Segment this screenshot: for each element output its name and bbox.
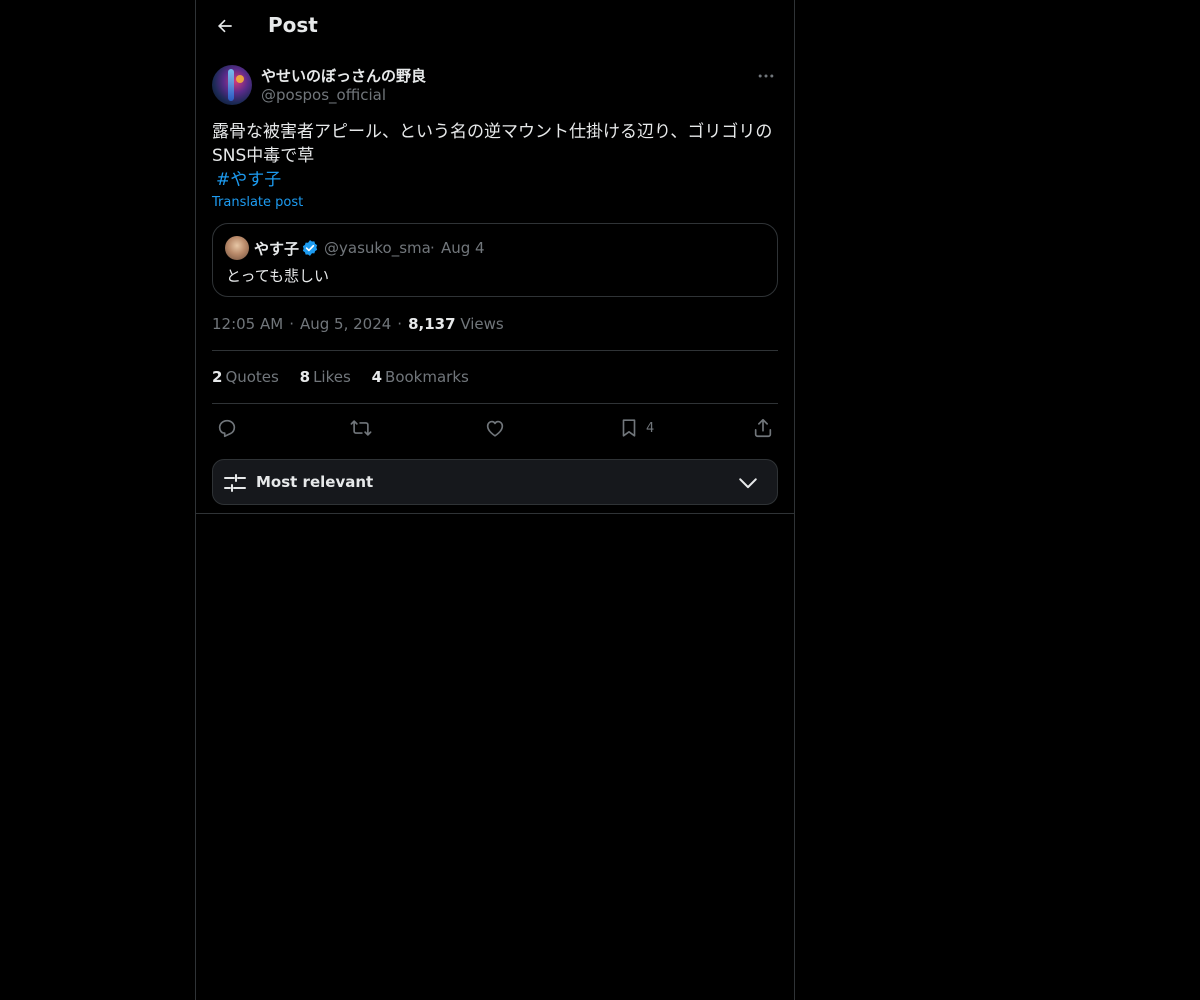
page-title: Post: [268, 13, 318, 37]
bookmarks-stat[interactable]: 4 Bookmarks: [372, 368, 469, 386]
bookmark-button[interactable]: 4: [618, 412, 654, 444]
more-horizontal-icon: [758, 74, 774, 78]
likes-label: Likes: [313, 368, 351, 386]
quotes-count: 2: [212, 368, 223, 386]
primary-column: Post やせいのぼっさんの野良 @pospos_official 露骨な被害者…: [195, 0, 795, 1000]
dot-separator: ·: [430, 239, 435, 257]
post-meta: 12:05 AM · Aug 5, 2024 · 8,137 Views: [212, 315, 504, 333]
views-count: 8,137: [408, 315, 456, 333]
dot-separator: ·: [289, 315, 294, 333]
hashtag-link[interactable]: #やす子: [216, 168, 281, 192]
reply-button[interactable]: [216, 412, 238, 444]
share-icon: [754, 418, 772, 438]
repost-button[interactable]: [350, 412, 372, 444]
quoted-post-text: とっても悲しい: [226, 267, 330, 285]
quotes-stat[interactable]: 2 Quotes: [212, 368, 279, 386]
page-header: Post: [196, 0, 794, 53]
dot-separator: ·: [397, 315, 403, 333]
divider: [212, 403, 778, 404]
post-text-line: 露骨な被害者アピール、という名の逆マウント仕掛ける辺り、ゴリゴリの: [212, 122, 773, 142]
quoted-author-avatar: [225, 236, 249, 260]
more-options-button[interactable]: [754, 64, 778, 88]
like-icon: [486, 420, 504, 437]
share-button[interactable]: [752, 412, 774, 444]
post-author: やせいのぼっさんの野良 @pospos_official: [212, 64, 778, 108]
views-label: Views: [460, 315, 504, 333]
verified-badge-icon: [302, 240, 318, 256]
bookmark-icon: [622, 419, 636, 437]
chevron-down-icon: [739, 478, 757, 489]
post-actions: 4: [212, 412, 778, 444]
quoted-author-handle: @yasuko_sma: [324, 239, 431, 257]
post-date[interactable]: Aug 5, 2024: [300, 315, 391, 333]
divider: [196, 513, 794, 514]
divider: [212, 350, 778, 351]
bookmark-count: 4: [646, 420, 655, 436]
back-button[interactable]: [208, 9, 242, 43]
author-handle[interactable]: @pospos_official: [261, 86, 386, 104]
post-time[interactable]: 12:05 AM: [212, 315, 283, 333]
quoted-author-name: やす子: [254, 240, 300, 258]
sliders-icon: [224, 474, 246, 492]
author-avatar[interactable]: [212, 65, 252, 105]
bookmarks-label: Bookmarks: [385, 368, 469, 386]
reply-icon: [218, 419, 236, 438]
sort-label: Most relevant: [256, 473, 374, 491]
repost-icon: [350, 420, 372, 436]
author-display-name[interactable]: やせいのぼっさんの野良: [261, 65, 426, 86]
reply-sort-dropdown[interactable]: Most relevant: [212, 459, 778, 505]
likes-stat[interactable]: 8 Likes: [300, 368, 351, 386]
quoted-post[interactable]: やす子 @yasuko_sma · Aug 4 とっても悲しい: [212, 223, 778, 297]
post-text: 露骨な被害者アピール、という名の逆マウント仕掛ける辺り、ゴリゴリの SNS中毒で…: [212, 120, 778, 168]
likes-count: 8: [299, 368, 311, 386]
translate-post-link[interactable]: Translate post: [212, 195, 303, 210]
quotes-label: Quotes: [225, 368, 279, 386]
post-text-line: SNS中毒で草: [212, 146, 315, 166]
like-button[interactable]: [484, 412, 506, 444]
engagement-stats: 2 Quotes 8 Likes 4 Bookmarks: [212, 368, 485, 386]
quoted-post-date: Aug 4: [441, 239, 485, 257]
bookmarks-count: 4: [371, 368, 383, 386]
arrow-left-icon: [217, 19, 232, 33]
